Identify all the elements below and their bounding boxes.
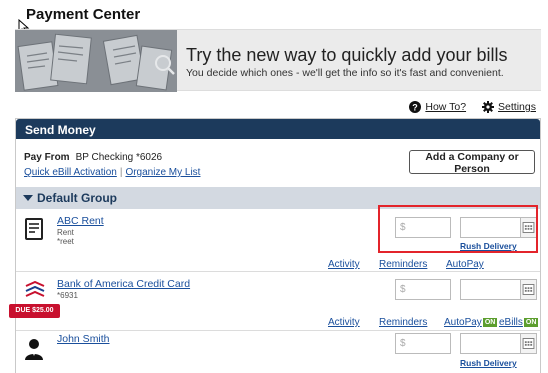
link-separator: |	[119, 167, 123, 178]
amount-input[interactable]: $	[395, 333, 451, 354]
autopay-link[interactable]: AutoPay	[446, 259, 484, 270]
payee-account: *6931	[57, 291, 78, 300]
settings-link[interactable]: Settings	[482, 101, 536, 113]
gear-icon	[482, 101, 495, 113]
payee-row: Bank of America Credit Card *6931 $ Acti…	[16, 273, 540, 331]
payee-name[interactable]: John Smith	[57, 333, 110, 345]
group-name: Default Group	[37, 191, 117, 205]
pay-from: Pay From BP Checking *6026	[24, 152, 162, 163]
bill-document-icon	[25, 218, 43, 240]
bank-of-america-logo-icon	[25, 281, 45, 297]
organize-list-link[interactable]: Organize My List	[125, 167, 200, 178]
svg-text:?: ?	[413, 103, 419, 113]
due-badge: DUE $25.00	[9, 304, 60, 318]
page-title: Payment Center	[26, 6, 141, 23]
rush-delivery-link[interactable]: Rush Delivery	[460, 358, 517, 368]
bills-illustration-icon	[15, 30, 177, 92]
payee-account: *reet	[57, 237, 74, 246]
question-circle-icon: ?	[409, 101, 422, 113]
autopay-link[interactable]: AutoPay ON	[444, 317, 498, 328]
utility-bar: ? How To? Settings	[393, 101, 536, 113]
payee-name[interactable]: Bank of America Credit Card	[57, 278, 190, 290]
quick-ebill-link[interactable]: Quick eBill Activation	[24, 167, 117, 178]
howto-link[interactable]: ? How To?	[409, 101, 466, 113]
pay-from-label: Pay From	[24, 152, 70, 163]
ebills-link[interactable]: eBills ON	[499, 317, 539, 328]
promo-headline: Try the new way to quickly add your bill…	[186, 45, 508, 65]
person-avatar-icon	[25, 339, 43, 360]
payee-row: John Smith $ Rush Delivery	[16, 332, 540, 373]
ebills-on-badge: ON	[523, 318, 539, 327]
calendar-icon[interactable]	[521, 279, 537, 300]
calendar-icon[interactable]	[521, 333, 537, 354]
reminders-link[interactable]: Reminders	[379, 317, 427, 328]
promo-banner[interactable]: Try the new way to quickly add your bill…	[15, 29, 541, 92]
promo-subtext: You decide which ones - we'll get the in…	[186, 67, 504, 79]
settings-label: Settings	[498, 101, 536, 113]
activity-link[interactable]: Activity	[328, 259, 360, 270]
payee-name[interactable]: ABC Rent	[57, 215, 104, 227]
autopay-on-badge: ON	[482, 318, 498, 327]
panel-title: Send Money	[16, 119, 540, 139]
howto-label: How To?	[425, 101, 467, 113]
autopay-label: AutoPay	[444, 317, 482, 328]
date-input[interactable]	[460, 279, 521, 300]
highlight-annotation	[378, 205, 538, 253]
pay-from-links: Quick eBill Activation | Organize My List	[24, 167, 200, 178]
activity-link[interactable]: Activity	[328, 317, 360, 328]
reminders-link[interactable]: Reminders	[379, 259, 427, 270]
pay-from-account[interactable]: BP Checking *6026	[76, 152, 163, 163]
add-company-button[interactable]: Add a Company or Person	[409, 150, 535, 175]
date-input[interactable]	[460, 333, 521, 354]
ebills-label: eBills	[499, 317, 523, 328]
caret-down-icon	[23, 195, 33, 201]
amount-input[interactable]: $	[395, 279, 451, 300]
